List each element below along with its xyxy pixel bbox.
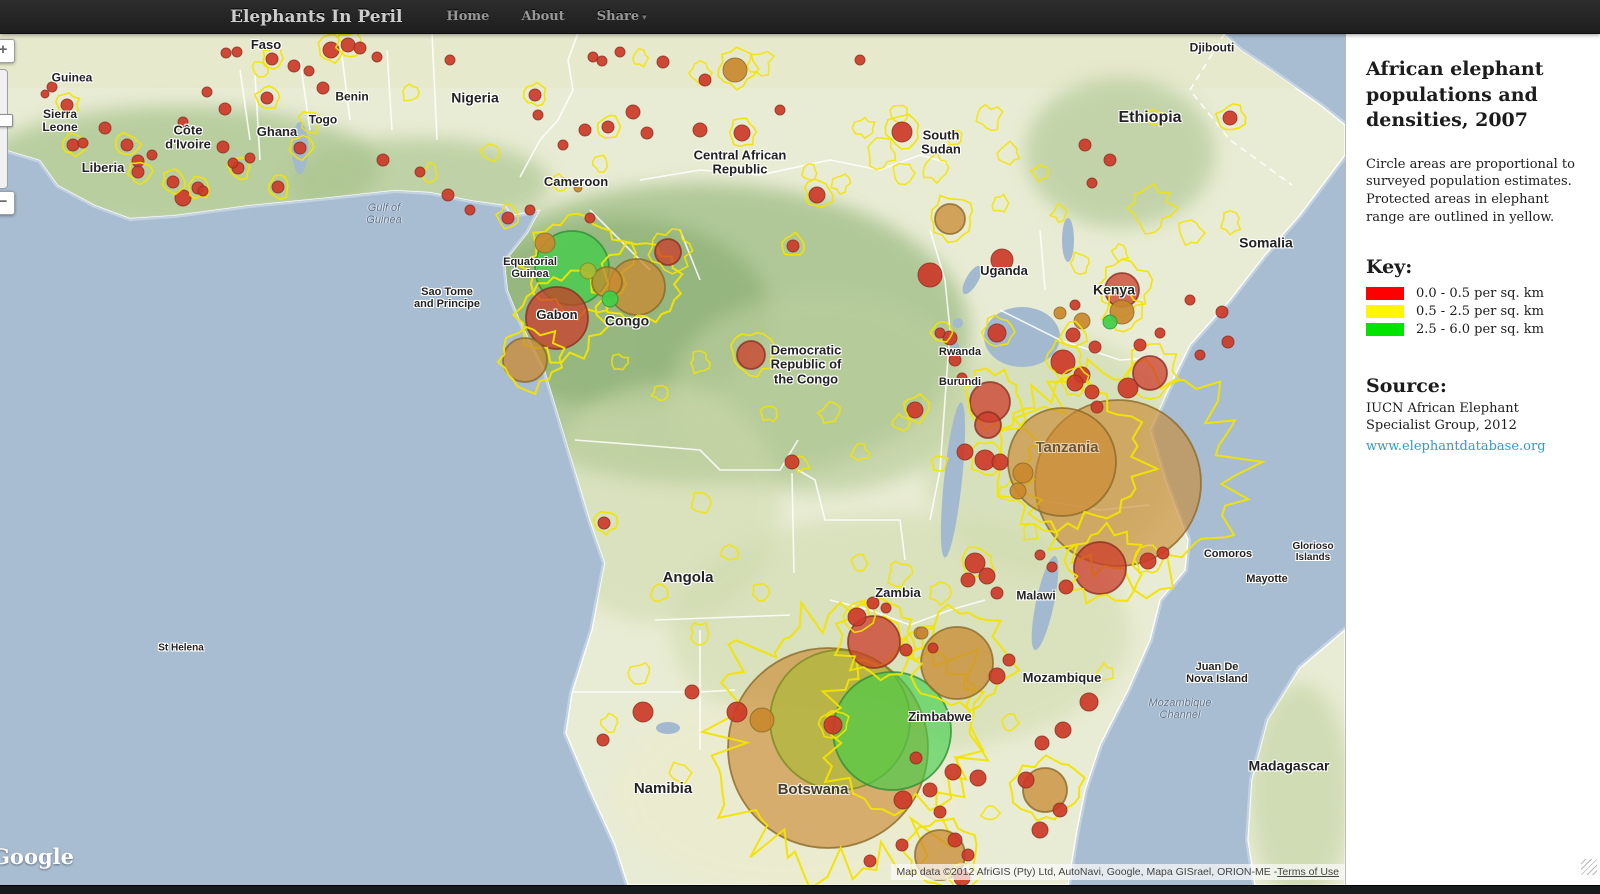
info-sidebar: African elephant populations and densiti… [1345, 33, 1600, 885]
source-heading: Source: [1366, 375, 1447, 398]
sidebar-title: African elephant populations and densiti… [1366, 58, 1544, 132]
key-row-yellow: 0.5 - 2.5 per sq. km [1366, 304, 1580, 319]
map-attribution: Map data ©2012 AfriGIS (Pty) Ltd, AutoNa… [890, 864, 1345, 880]
red-swatch [1366, 287, 1404, 301]
attribution-text: Map data ©2012 AfriGIS (Pty) Ltd, AutoNa… [896, 866, 1278, 878]
zoom-out-button[interactable]: − [0, 191, 15, 215]
map-canvas[interactable]: Guinea Sierra Leone Liberia Côte d'Ivoire Gh… [0, 33, 1345, 885]
sidebar-description: Circle areas are proportional to surveye… [1366, 156, 1575, 225]
map-zoom-control: + − [0, 39, 15, 215]
sidebar-resize-grip[interactable] [1581, 859, 1597, 875]
brand-link[interactable]: Elephants In Peril [230, 7, 402, 27]
key-label-yellow: 0.5 - 2.5 per sq. km [1416, 304, 1544, 320]
green-swatch [1366, 323, 1404, 337]
key-heading: Key: [1366, 256, 1413, 279]
nav-item-home[interactable]: Home [430, 9, 505, 24]
map-graphics [0, 33, 1345, 885]
source-line-1: IUCN African Elephant [1366, 401, 1519, 417]
chevron-down-icon: ▾ [642, 13, 647, 23]
key-label-green: 2.5 - 6.0 per sq. km [1416, 322, 1544, 338]
nav-item-about[interactable]: About [505, 9, 580, 24]
nav-item-home-label: Home [446, 9, 490, 24]
nav-item-share[interactable]: Share ▾ [581, 9, 663, 24]
key-row-green: 2.5 - 6.0 per sq. km [1366, 322, 1580, 337]
source-line-2: Specialist Group, 2012 [1366, 418, 1517, 433]
terms-of-use-link[interactable]: Terms of Use [1277, 866, 1339, 878]
zoom-slider-handle[interactable] [0, 114, 13, 127]
key-label-red: 0.0 - 0.5 per sq. km [1416, 286, 1544, 302]
yellow-swatch [1366, 305, 1404, 319]
source-section: Source: IUCN African Elephant Specialist… [1366, 375, 1580, 456]
zoom-in-button[interactable]: + [0, 39, 15, 63]
nav-item-share-label: Share [596, 9, 640, 24]
elephantdatabase-link[interactable]: www.elephantdatabase.org [1366, 439, 1546, 456]
google-logo[interactable]: Google [0, 844, 74, 869]
navbar-container: Elephants In Peril Home About Share ▾ [230, 0, 1370, 33]
nav-item-about-label: About [521, 9, 565, 24]
top-navbar: Elephants In Peril Home About Share ▾ [0, 0, 1600, 34]
key-row-red: 0.0 - 0.5 per sq. km [1366, 286, 1580, 301]
